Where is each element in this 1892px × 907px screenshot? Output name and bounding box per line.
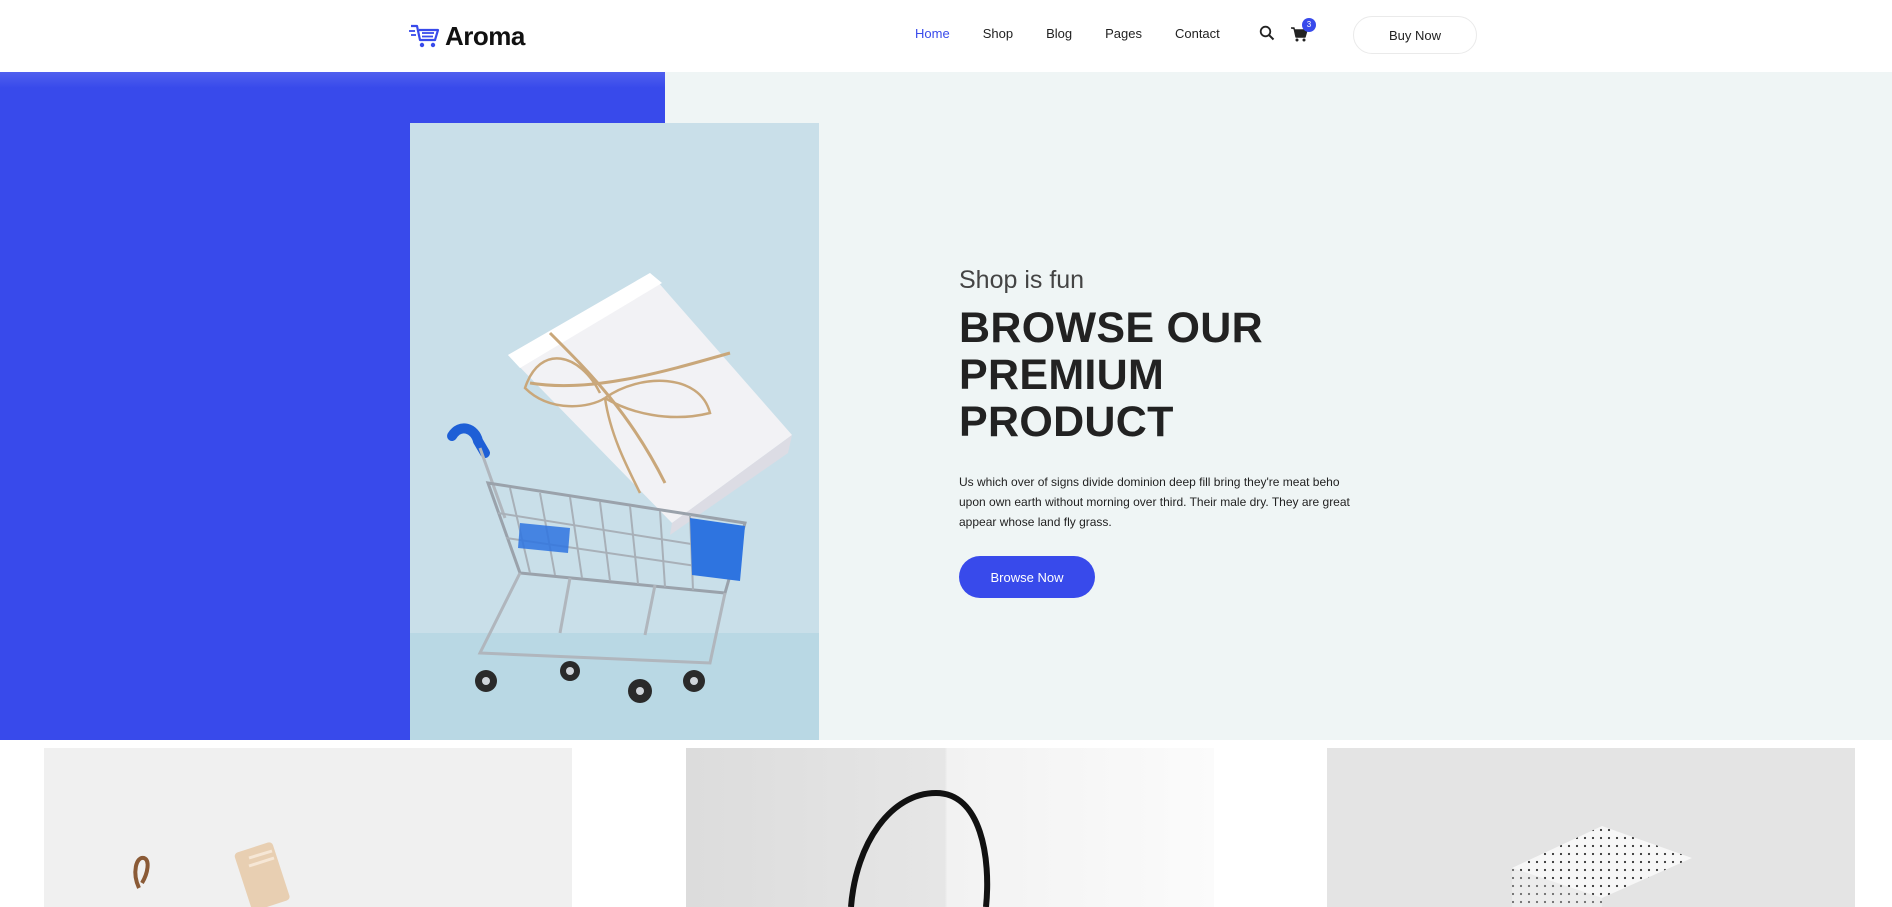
hero-title-line: PREMIUM <box>959 351 1165 399</box>
product-card[interactable] <box>1327 748 1855 907</box>
nav-pages[interactable]: Pages <box>1105 26 1142 41</box>
product-card[interactable] <box>44 748 572 907</box>
hero-content: Shop is fun BROWSE OUR PREMIUM PRODUCT U… <box>959 266 1379 532</box>
nav-shop[interactable]: Shop <box>983 26 1013 41</box>
logo-text: Aroma <box>445 20 525 51</box>
hero-image <box>410 123 819 740</box>
hero-title-line: BROWSE OUR <box>959 304 1263 352</box>
cart-logo-icon <box>409 24 440 48</box>
hero-title-line: PRODUCT <box>959 398 1174 446</box>
dotted-gift-box-image <box>1512 826 1692 907</box>
black-bag-handle-image <box>848 789 991 907</box>
nav-home[interactable]: Home <box>915 26 950 41</box>
main-nav: Home Shop Blog Pages Contact <box>915 26 1253 41</box>
site-header: Aroma Home Shop Blog Pages Contact 3 Buy… <box>0 0 1892 72</box>
search-icon[interactable] <box>1259 25 1275 41</box>
browse-now-button[interactable]: Browse Now <box>959 556 1095 598</box>
hero-title: BROWSE OUR PREMIUM PRODUCT <box>959 305 1379 446</box>
product-card[interactable] <box>686 748 1214 907</box>
hero-accent-fade <box>0 72 665 88</box>
logo[interactable]: Aroma <box>409 20 525 52</box>
shopping-cart-gift-illustration <box>447 273 792 703</box>
kraft-gift-box-image <box>133 842 290 907</box>
buy-now-button[interactable]: Buy Now <box>1353 16 1477 54</box>
hero-description: Us which over of signs divide dominion d… <box>959 475 1350 529</box>
hero-subtitle: Shop is fun <box>959 266 1085 294</box>
cart-count-badge: 3 <box>1302 18 1316 32</box>
nav-contact[interactable]: Contact <box>1175 26 1220 41</box>
nav-blog[interactable]: Blog <box>1046 26 1072 41</box>
